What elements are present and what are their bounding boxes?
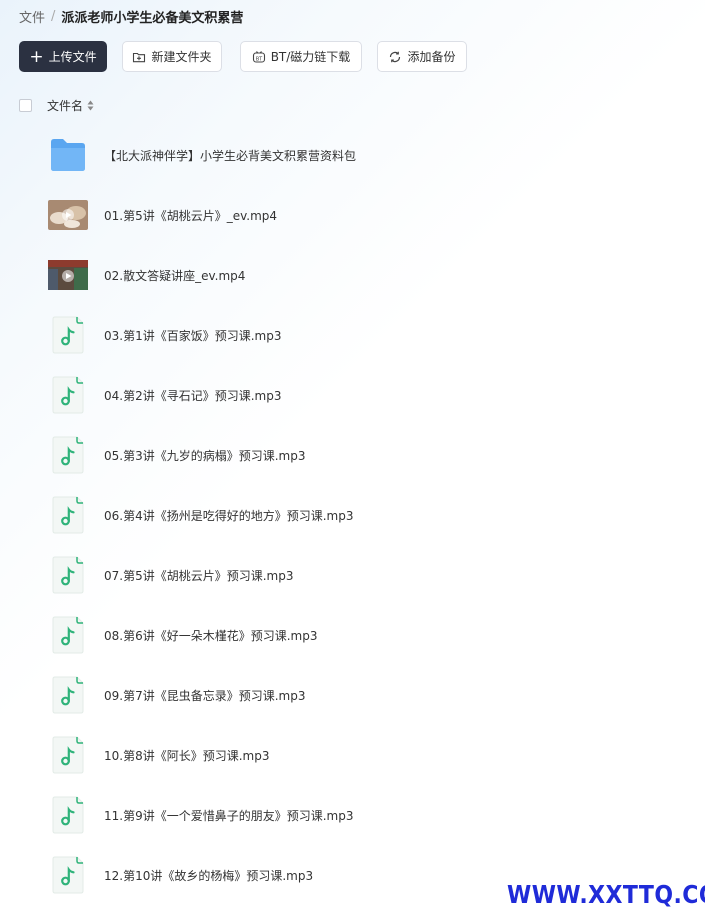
breadcrumb-root[interactable]: 文件	[19, 7, 45, 26]
file-name[interactable]: 05.第3讲《九岁的病榻》预习课.mp3	[104, 447, 305, 464]
add-backup-button[interactable]: 添加备份	[377, 41, 467, 72]
upload-button[interactable]: + 上传文件	[19, 41, 107, 72]
audio-file-icon	[48, 435, 88, 475]
bt-download-button[interactable]: BT BT/磁力链下载	[240, 41, 362, 72]
file-row[interactable]: 07.第5讲《胡桃云片》预习课.mp3	[0, 545, 705, 605]
audio-file-icon	[48, 855, 88, 895]
new-folder-button-label: 新建文件夹	[151, 50, 212, 64]
select-all-checkbox[interactable]	[19, 98, 32, 112]
folder-plus-icon	[132, 50, 146, 64]
file-name[interactable]: 08.第6讲《好一朵木槿花》预习课.mp3	[104, 627, 317, 644]
file-name[interactable]: 04.第2讲《寻石记》预习课.mp3	[104, 387, 281, 404]
breadcrumb-separator: /	[51, 8, 56, 24]
file-row[interactable]: 05.第3讲《九岁的病榻》预习课.mp3	[0, 425, 705, 485]
audio-file-icon	[48, 735, 88, 775]
file-name[interactable]: 07.第5讲《胡桃云片》预习课.mp3	[104, 567, 293, 584]
file-name[interactable]: 09.第7讲《昆虫备忘录》预习课.mp3	[104, 687, 305, 704]
audio-file-icon	[48, 375, 88, 415]
add-backup-button-label: 添加备份	[407, 50, 456, 64]
file-row[interactable]: 02.散文答疑讲座_ev.mp4	[0, 245, 705, 305]
file-row[interactable]: 11.第9讲《一个爱惜鼻子的朋友》预习课.mp3	[0, 785, 705, 845]
file-row[interactable]: 09.第7讲《昆虫备忘录》预习课.mp3	[0, 665, 705, 725]
file-list: 【北大派神伴学】小学生必背美文积累营资料包 01.第5讲《胡桃云片》_ev.mp…	[0, 125, 705, 905]
sort-icon[interactable]	[87, 100, 94, 111]
file-name[interactable]: 12.第10讲《故乡的杨梅》预习课.mp3	[104, 867, 313, 884]
file-name[interactable]: 03.第1讲《百家饭》预习课.mp3	[104, 327, 281, 344]
bt-download-button-label: BT/磁力链下载	[270, 50, 351, 64]
file-name[interactable]: 01.第5讲《胡桃云片》_ev.mp4	[104, 207, 277, 224]
audio-file-icon	[48, 555, 88, 595]
new-folder-button[interactable]: 新建文件夹	[122, 41, 222, 72]
file-row[interactable]: 06.第4讲《扬州是吃得好的地方》预习课.mp3	[0, 485, 705, 545]
toolbar: + 上传文件 新建文件夹 BT BT/磁力链下载 添加备份	[19, 41, 467, 72]
file-name[interactable]: 06.第4讲《扬州是吃得好的地方》预习课.mp3	[104, 507, 353, 524]
svg-text:BT: BT	[255, 56, 262, 62]
plus-icon: +	[29, 46, 44, 67]
upload-button-label: 上传文件	[48, 50, 97, 64]
audio-file-icon	[48, 495, 88, 535]
breadcrumb-current: 派派老师小学生必备美文积累营	[61, 10, 244, 26]
video-thumbnail-icon	[48, 255, 88, 295]
sync-icon	[388, 50, 402, 64]
bt-icon: BT	[252, 50, 266, 64]
file-row[interactable]: 04.第2讲《寻石记》预习课.mp3	[0, 365, 705, 425]
watermark: WWW.XXTTQ.COM	[507, 880, 705, 909]
file-name[interactable]: 【北大派神伴学】小学生必背美文积累营资料包	[104, 147, 356, 164]
file-table-header: 文件名	[19, 96, 94, 114]
audio-file-icon	[48, 675, 88, 715]
audio-file-icon	[48, 615, 88, 655]
file-row[interactable]: 【北大派神伴学】小学生必背美文积累营资料包	[0, 125, 705, 185]
file-name[interactable]: 10.第8讲《阿长》预习课.mp3	[104, 747, 269, 764]
file-row[interactable]: 08.第6讲《好一朵木槿花》预习课.mp3	[0, 605, 705, 665]
file-row[interactable]: 10.第8讲《阿长》预习课.mp3	[0, 725, 705, 785]
audio-file-icon	[48, 315, 88, 355]
video-thumbnail-icon	[48, 195, 88, 235]
audio-file-icon	[48, 795, 88, 835]
file-row[interactable]: 03.第1讲《百家饭》预习课.mp3	[0, 305, 705, 365]
file-name[interactable]: 02.散文答疑讲座_ev.mp4	[104, 267, 245, 284]
file-row[interactable]: 01.第5讲《胡桃云片》_ev.mp4	[0, 185, 705, 245]
folder-icon	[48, 135, 88, 175]
file-name[interactable]: 11.第9讲《一个爱惜鼻子的朋友》预习课.mp3	[104, 807, 353, 824]
breadcrumb: 文件 / 派派老师小学生必备美文积累营	[19, 6, 243, 26]
file-name-column-header[interactable]: 文件名	[47, 97, 83, 114]
